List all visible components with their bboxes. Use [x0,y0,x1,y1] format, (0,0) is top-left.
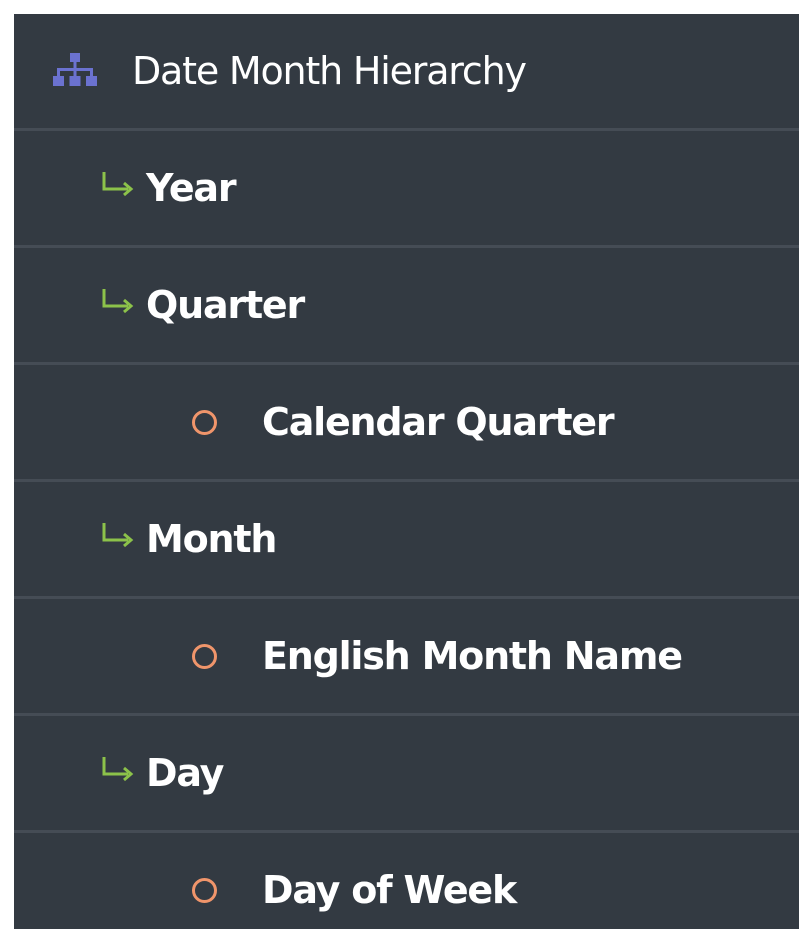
level-arrow-icon [102,172,134,197]
level-item-month[interactable]: Month [14,482,799,599]
attribute-label: Day of Week [262,868,517,912]
level-arrow-icon [102,523,134,548]
attribute-item-calendar-quarter[interactable]: Calendar Quarter [14,365,799,482]
attribute-label: Calendar Quarter [262,400,615,444]
hierarchy-header[interactable]: Date Month Hierarchy [14,14,799,131]
level-label: Year [146,166,237,210]
hierarchy-label: Date Month Hierarchy [132,49,527,93]
hierarchy-panel: Date Month Hierarchy Year Quarter Calend… [14,14,799,929]
attribute-item-day-of-week[interactable]: Day of Week [14,833,799,929]
attribute-label: English Month Name [262,634,683,678]
level-label: Month [146,517,277,561]
hierarchy-icon [53,53,97,86]
level-arrow-icon [102,289,134,314]
attribute-circle-icon [192,643,217,669]
attribute-circle-icon [192,409,217,435]
level-item-quarter[interactable]: Quarter [14,248,799,365]
attribute-circle-icon [192,877,217,903]
attribute-item-english-month-name[interactable]: English Month Name [14,599,799,716]
level-arrow-icon [102,757,134,782]
level-item-year[interactable]: Year [14,131,799,248]
level-label: Quarter [146,283,305,327]
level-label: Day [146,751,224,795]
level-item-day[interactable]: Day [14,716,799,833]
